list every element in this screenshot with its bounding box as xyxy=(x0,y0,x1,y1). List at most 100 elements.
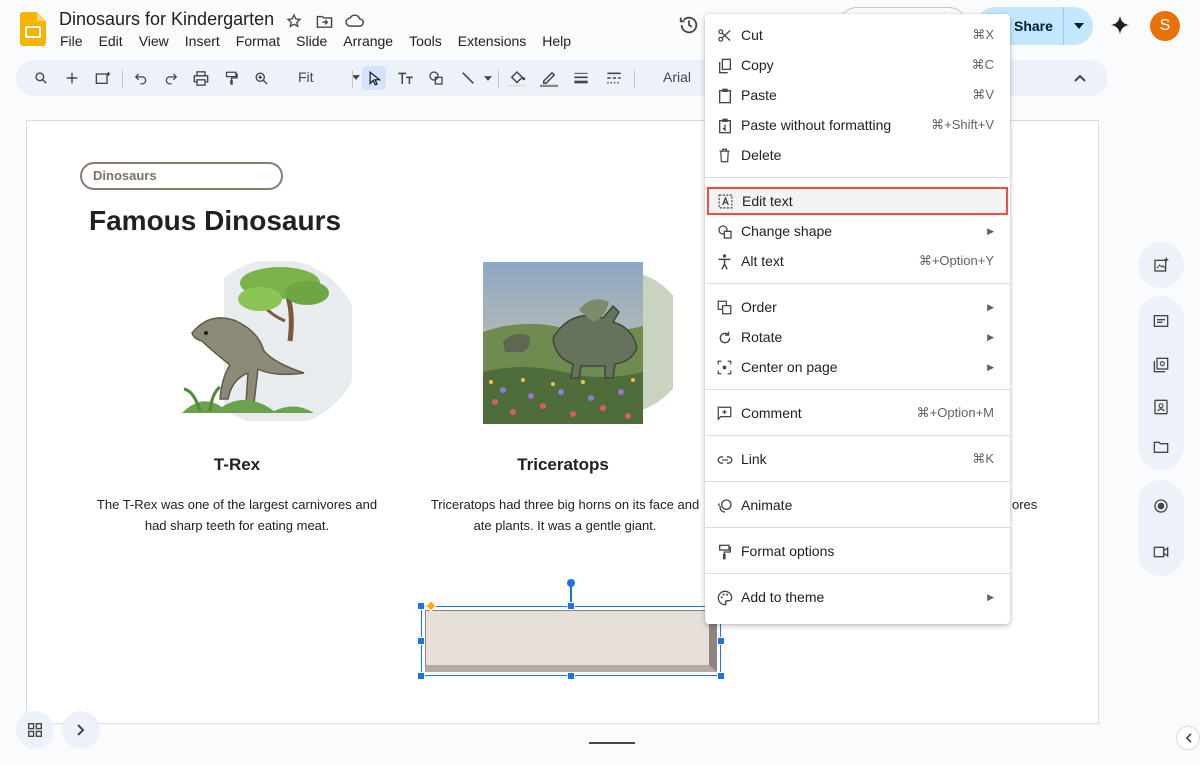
rotate-handle[interactable] xyxy=(567,579,575,587)
trex-illustration[interactable] xyxy=(152,261,352,421)
menu-item-edit-text[interactable]: Edit text xyxy=(706,186,1009,216)
submenu-arrow-icon: ▶ xyxy=(987,331,994,342)
slides-logo-icon[interactable] xyxy=(20,12,46,46)
grid-view-button[interactable] xyxy=(16,711,54,749)
rotate-icon xyxy=(716,329,733,346)
filmstrip-toggle-button[interactable] xyxy=(62,711,100,749)
slide-title[interactable]: Famous Dinosaurs xyxy=(89,205,341,237)
menu-item-paste[interactable]: Paste ⌘V xyxy=(705,80,1010,110)
star-icon[interactable] xyxy=(284,11,304,31)
share-dropdown-icon[interactable] xyxy=(1063,7,1093,45)
menu-item-paste-without-formatting[interactable]: Paste without formatting ⌘+Shift+V xyxy=(705,110,1010,140)
font-select[interactable]: Arial xyxy=(663,69,691,85)
menu-item-label: Center on page xyxy=(741,359,838,375)
menu-file[interactable]: File xyxy=(52,32,91,50)
animate-icon xyxy=(716,497,733,514)
cloud-saved-icon[interactable] xyxy=(344,11,364,31)
resize-handle-w[interactable] xyxy=(417,637,425,645)
menu-item-link[interactable]: Link ⌘K xyxy=(705,444,1010,474)
menu-arrange[interactable]: Arrange xyxy=(335,32,401,50)
collapse-toolbar-icon[interactable] xyxy=(1068,66,1092,90)
notes-drag-handle[interactable] xyxy=(589,742,635,744)
menu-item-label: Rotate xyxy=(741,329,783,345)
border-weight-icon[interactable] xyxy=(569,66,593,90)
menu-item-format-options[interactable]: Format options xyxy=(705,536,1010,566)
speaker-notes-icon[interactable] xyxy=(1138,298,1184,344)
submenu-arrow-icon: ▶ xyxy=(987,591,994,602)
zoom-icon[interactable] xyxy=(249,66,273,90)
resize-handle-nw[interactable] xyxy=(417,602,425,610)
menu-item-shortcut: ⌘+Option+M xyxy=(916,405,994,420)
move-folder-icon[interactable] xyxy=(314,11,334,31)
menu-item-shortcut: ⌘+Shift+V xyxy=(931,117,994,132)
insert-image-icon[interactable] xyxy=(424,66,448,90)
resize-handle-e[interactable] xyxy=(717,637,725,645)
menu-slide[interactable]: Slide xyxy=(288,32,335,50)
slide-insert-icon[interactable] xyxy=(1138,242,1184,288)
column-heading-triceratops[interactable]: Triceratops xyxy=(488,455,638,475)
menu-tools[interactable]: Tools xyxy=(401,32,450,50)
resize-handle-se[interactable] xyxy=(717,672,725,680)
menu-extensions[interactable]: Extensions xyxy=(450,32,534,50)
gemini-sparkle-icon[interactable] xyxy=(1109,14,1131,36)
paste-icon xyxy=(716,87,733,104)
column-desc-triceratops[interactable]: Triceratops had three big horns on its f… xyxy=(415,494,715,536)
menu-separator xyxy=(705,573,1010,574)
new-slide-layout-icon[interactable] xyxy=(91,66,115,90)
side-panel-group-middle xyxy=(1138,296,1184,470)
side-panel-toggle[interactable] xyxy=(1176,726,1200,750)
menu-insert[interactable]: Insert xyxy=(177,32,228,50)
grid-icon xyxy=(28,723,42,737)
menu-item-cut[interactable]: Cut ⌘X xyxy=(705,20,1010,50)
search-menus-icon[interactable] xyxy=(29,66,53,90)
menu-item-order[interactable]: Order ▶ xyxy=(705,292,1010,322)
menu-item-comment[interactable]: Comment ⌘+Option+M xyxy=(705,398,1010,428)
menu-format[interactable]: Format xyxy=(228,32,288,50)
border-dash-icon[interactable] xyxy=(602,66,626,90)
submenu-arrow-icon: ▶ xyxy=(987,361,994,372)
undo-icon[interactable] xyxy=(129,66,153,90)
line-caret-icon[interactable] xyxy=(484,76,492,81)
menu-view[interactable]: View xyxy=(131,32,177,50)
menu-edit[interactable]: Edit xyxy=(91,32,131,50)
menu-item-shortcut: ⌘X xyxy=(972,27,994,42)
version-history-icon[interactable] xyxy=(678,14,700,36)
menu-item-shortcut: ⌘C xyxy=(971,57,994,72)
menu-separator xyxy=(705,389,1010,390)
folder-icon[interactable] xyxy=(1138,424,1184,470)
print-icon[interactable] xyxy=(189,66,213,90)
column-heading-trex[interactable]: T-Rex xyxy=(187,455,287,475)
line-tool-icon[interactable] xyxy=(456,66,480,90)
slide-tag-pill[interactable]: Dinosaurs xyxy=(80,162,283,190)
zoom-select[interactable]: Fit xyxy=(298,69,364,87)
selected-bevel-shape[interactable] xyxy=(417,579,725,680)
triceratops-image[interactable] xyxy=(483,262,673,424)
menu-item-alt-text[interactable]: Alt text ⌘+Option+Y xyxy=(705,246,1010,276)
select-tool-icon[interactable] xyxy=(362,66,386,90)
redo-icon[interactable] xyxy=(159,66,183,90)
resize-handle-n[interactable] xyxy=(567,602,575,610)
third-column-text-fragment[interactable]: ores xyxy=(1012,497,1037,512)
column-desc-trex[interactable]: The T-Rex was one of the largest carnivo… xyxy=(87,494,387,536)
keep-icon[interactable] xyxy=(1138,342,1184,388)
menu-item-add-to-theme[interactable]: Add to theme ▶ xyxy=(705,582,1010,612)
menu-item-center-on-page[interactable]: Center on page ▶ xyxy=(705,352,1010,382)
new-slide-plus-icon[interactable] xyxy=(60,66,84,90)
document-title[interactable]: Dinosaurs for Kindergarten xyxy=(59,9,274,30)
menu-item-change-shape[interactable]: Change shape ▶ xyxy=(705,216,1010,246)
border-color-icon[interactable] xyxy=(537,66,561,90)
bevel-shape-fill xyxy=(425,610,717,672)
menu-help[interactable]: Help xyxy=(534,32,579,50)
menu-item-delete[interactable]: Delete xyxy=(705,140,1010,170)
menu-item-animate[interactable]: Animate xyxy=(705,490,1010,520)
fill-color-icon[interactable] xyxy=(505,66,529,90)
record-icon[interactable] xyxy=(1138,483,1184,529)
text-box-icon[interactable] xyxy=(393,66,417,90)
resize-handle-sw[interactable] xyxy=(417,672,425,680)
avatar[interactable]: S xyxy=(1150,11,1180,41)
paint-format-icon[interactable] xyxy=(219,66,243,90)
meet-camera-icon[interactable] xyxy=(1138,529,1184,575)
menu-item-copy[interactable]: Copy ⌘C xyxy=(705,50,1010,80)
resize-handle-s[interactable] xyxy=(567,672,575,680)
menu-item-rotate[interactable]: Rotate ▶ xyxy=(705,322,1010,352)
